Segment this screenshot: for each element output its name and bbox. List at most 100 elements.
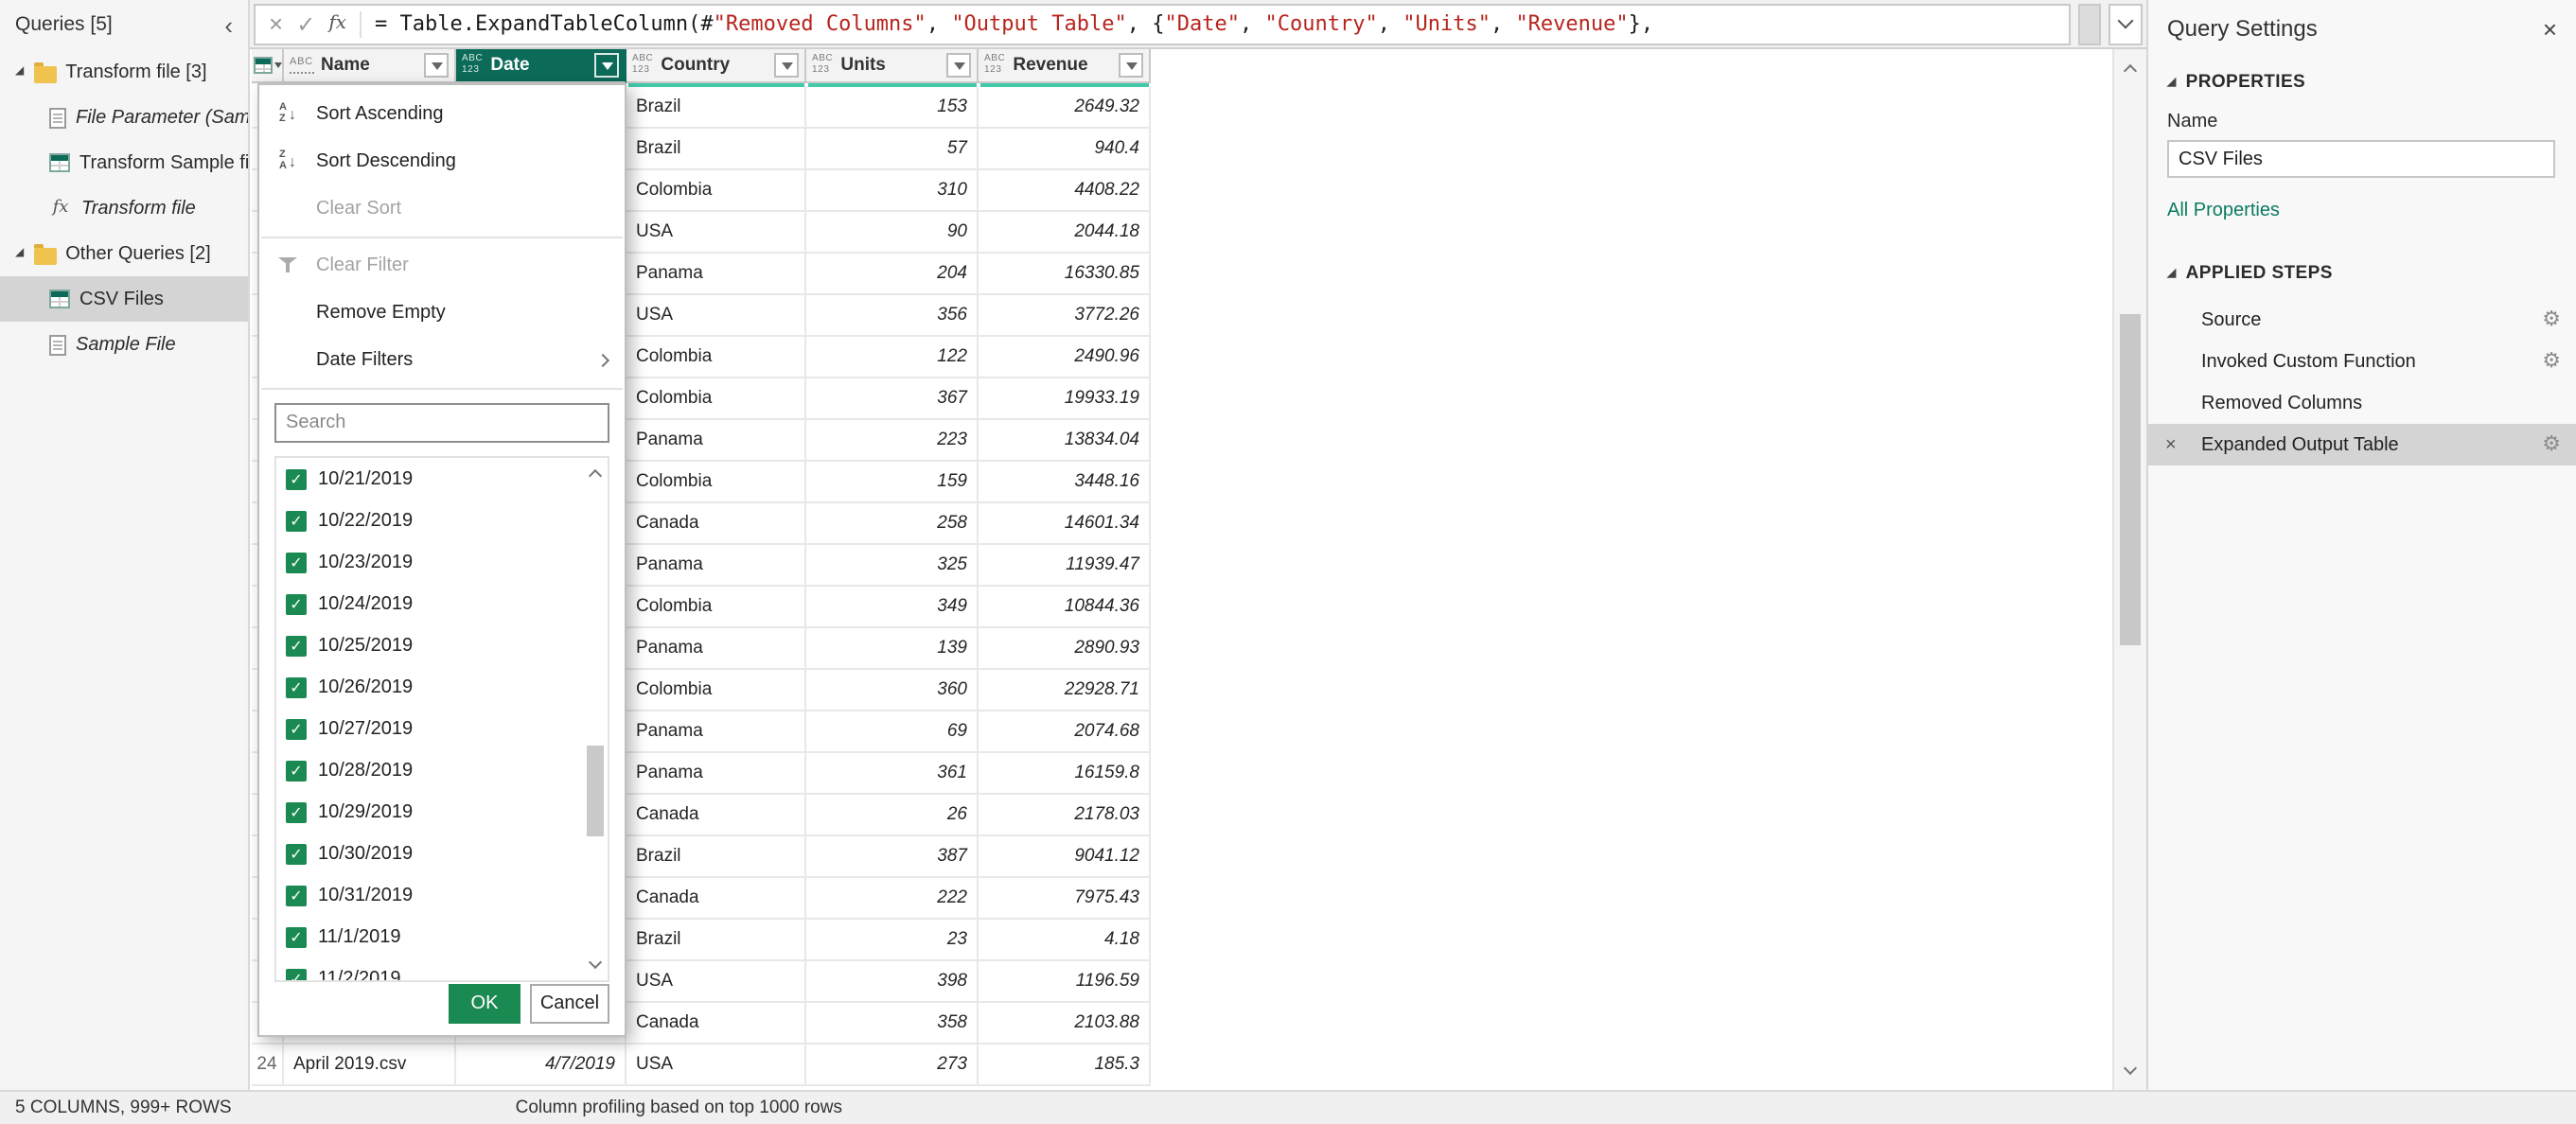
cell-revenue[interactable]: 10844.36 — [979, 587, 1151, 628]
step-settings-gear-icon[interactable]: ⚙ — [2542, 434, 2561, 455]
cell-country[interactable]: Colombia — [626, 378, 806, 420]
cell-units[interactable]: 360 — [806, 670, 979, 711]
cell-country[interactable]: Panama — [626, 545, 806, 587]
cell-units[interactable]: 23 — [806, 920, 979, 961]
cell-revenue[interactable]: 2649.32 — [979, 87, 1151, 129]
cancel-formula-icon[interactable]: × — [269, 11, 283, 36]
cell-country[interactable]: Panama — [626, 628, 806, 670]
cell-units[interactable]: 349 — [806, 587, 979, 628]
filter-value-item[interactable]: ✓10/29/2019 — [276, 791, 581, 833]
cell-units[interactable]: 310 — [806, 170, 979, 212]
cell-units[interactable]: 273 — [806, 1045, 979, 1086]
cell-units[interactable]: 69 — [806, 711, 979, 753]
filter-button-date[interactable] — [594, 53, 619, 78]
cell-units[interactable]: 159 — [806, 462, 979, 503]
cell-country[interactable]: USA — [626, 1045, 806, 1086]
cell-units[interactable]: 122 — [806, 337, 979, 378]
cell-country[interactable]: Canada — [626, 795, 806, 836]
cell-country[interactable]: Brazil — [626, 920, 806, 961]
cell-country[interactable]: Colombia — [626, 587, 806, 628]
checked-checkbox[interactable]: ✓ — [286, 635, 307, 656]
filter-button-country[interactable] — [774, 53, 799, 78]
cell-units[interactable]: 90 — [806, 212, 979, 254]
cell-country[interactable]: Colombia — [626, 670, 806, 711]
cell-revenue[interactable]: 4408.22 — [979, 170, 1151, 212]
cell-revenue[interactable]: 22928.71 — [979, 670, 1151, 711]
applied-steps-section-header[interactable]: ◢ APPLIED STEPS — [2148, 263, 2576, 284]
query-item-transform-file-3[interactable]: ◢Transform file [3] — [0, 49, 248, 95]
cell-units[interactable]: 325 — [806, 545, 979, 587]
filter-value-item[interactable]: ✓10/28/2019 — [276, 749, 581, 791]
cell-units[interactable]: 153 — [806, 87, 979, 129]
cell-country[interactable]: Brazil — [626, 129, 806, 170]
cell-country[interactable]: Canada — [626, 878, 806, 920]
filter-button-units[interactable] — [946, 53, 971, 78]
checked-checkbox[interactable]: ✓ — [286, 718, 307, 739]
column-header-name[interactable]: ABC Name — [284, 49, 456, 83]
filter-value-item[interactable]: ✓10/21/2019 — [276, 458, 581, 500]
cell-units[interactable]: 356 — [806, 295, 979, 337]
menu-item-remove-empty[interactable]: Remove Empty — [259, 290, 625, 337]
cell-revenue[interactable]: 2178.03 — [979, 795, 1151, 836]
cell-units[interactable]: 57 — [806, 129, 979, 170]
applied-step-removed-columns[interactable]: Removed Columns — [2148, 382, 2576, 424]
cell-units[interactable]: 367 — [806, 378, 979, 420]
filter-value-item[interactable]: ✓10/27/2019 — [276, 708, 581, 749]
filter-list-scrollbar[interactable] — [583, 458, 608, 980]
cell-units[interactable]: 139 — [806, 628, 979, 670]
checked-checkbox[interactable]: ✓ — [286, 510, 307, 531]
scroll-down-button[interactable] — [2114, 1056, 2146, 1086]
filter-value-item[interactable]: ✓10/24/2019 — [276, 583, 581, 624]
query-item-sample-file[interactable]: Sample File — [0, 322, 248, 367]
checked-checkbox[interactable]: ✓ — [286, 468, 307, 489]
checked-checkbox[interactable]: ✓ — [286, 801, 307, 822]
cell-num[interactable]: 24 — [252, 1045, 284, 1086]
scrollbar-thumb[interactable] — [2120, 314, 2141, 645]
checked-checkbox[interactable]: ✓ — [286, 676, 307, 697]
scroll-up-button[interactable] — [2114, 53, 2146, 83]
cell-revenue[interactable]: 4.18 — [979, 920, 1151, 961]
cell-revenue[interactable]: 2044.18 — [979, 212, 1151, 254]
checked-checkbox[interactable]: ✓ — [286, 926, 307, 947]
formula-input[interactable]: = Table.ExpandTableColumn(#"Removed Colu… — [375, 11, 2056, 36]
cell-country[interactable]: Panama — [626, 254, 806, 295]
cell-revenue[interactable]: 940.4 — [979, 129, 1151, 170]
fx-add-step-icon[interactable]: fx — [328, 14, 346, 33]
cell-revenue[interactable]: 11939.47 — [979, 545, 1151, 587]
step-settings-gear-icon[interactable]: ⚙ — [2542, 309, 2561, 330]
vertical-scrollbar[interactable] — [2112, 49, 2146, 1090]
cell-revenue[interactable]: 3448.16 — [979, 462, 1151, 503]
cell-revenue[interactable]: 13834.04 — [979, 420, 1151, 462]
close-panel-icon[interactable]: × — [2543, 16, 2557, 41]
cell-country[interactable]: Colombia — [626, 462, 806, 503]
filter-value-item[interactable]: ✓10/25/2019 — [276, 624, 581, 666]
cancel-button[interactable]: Cancel — [530, 984, 609, 1024]
checked-checkbox[interactable]: ✓ — [286, 760, 307, 781]
cell-country[interactable]: Canada — [626, 1003, 806, 1045]
checked-checkbox[interactable]: ✓ — [286, 885, 307, 905]
cell-units[interactable]: 222 — [806, 878, 979, 920]
cell-units[interactable]: 361 — [806, 753, 979, 795]
expand-formula-bar-button[interactable] — [2108, 3, 2143, 44]
cell-country[interactable]: Panama — [626, 753, 806, 795]
column-header-units[interactable]: ABC123 Units — [806, 49, 979, 83]
cell-revenue[interactable]: 7975.43 — [979, 878, 1151, 920]
filter-value-item[interactable]: ✓10/26/2019 — [276, 666, 581, 708]
cell-revenue[interactable]: 9041.12 — [979, 836, 1151, 878]
filter-button-revenue[interactable] — [1119, 53, 1143, 78]
cell-country[interactable]: Colombia — [626, 170, 806, 212]
cell-revenue[interactable]: 3772.26 — [979, 295, 1151, 337]
cell-revenue[interactable]: 19933.19 — [979, 378, 1151, 420]
menu-item-date-filters[interactable]: Date Filters — [259, 337, 625, 384]
menu-item-sort-ascending[interactable]: AZ↓ Sort Ascending — [259, 91, 625, 138]
cell-country[interactable]: USA — [626, 212, 806, 254]
cell-name[interactable]: April 2019.csv — [284, 1045, 456, 1086]
cell-country[interactable]: Panama — [626, 420, 806, 462]
cell-country[interactable]: Brazil — [626, 87, 806, 129]
checked-checkbox[interactable]: ✓ — [286, 843, 307, 864]
cell-country[interactable]: Panama — [626, 711, 806, 753]
applied-step-source[interactable]: Source⚙ — [2148, 299, 2576, 341]
cell-revenue[interactable]: 2074.68 — [979, 711, 1151, 753]
query-item-transform-sample-file[interactable]: Transform Sample file — [0, 140, 248, 185]
filter-button-name[interactable] — [424, 53, 449, 78]
